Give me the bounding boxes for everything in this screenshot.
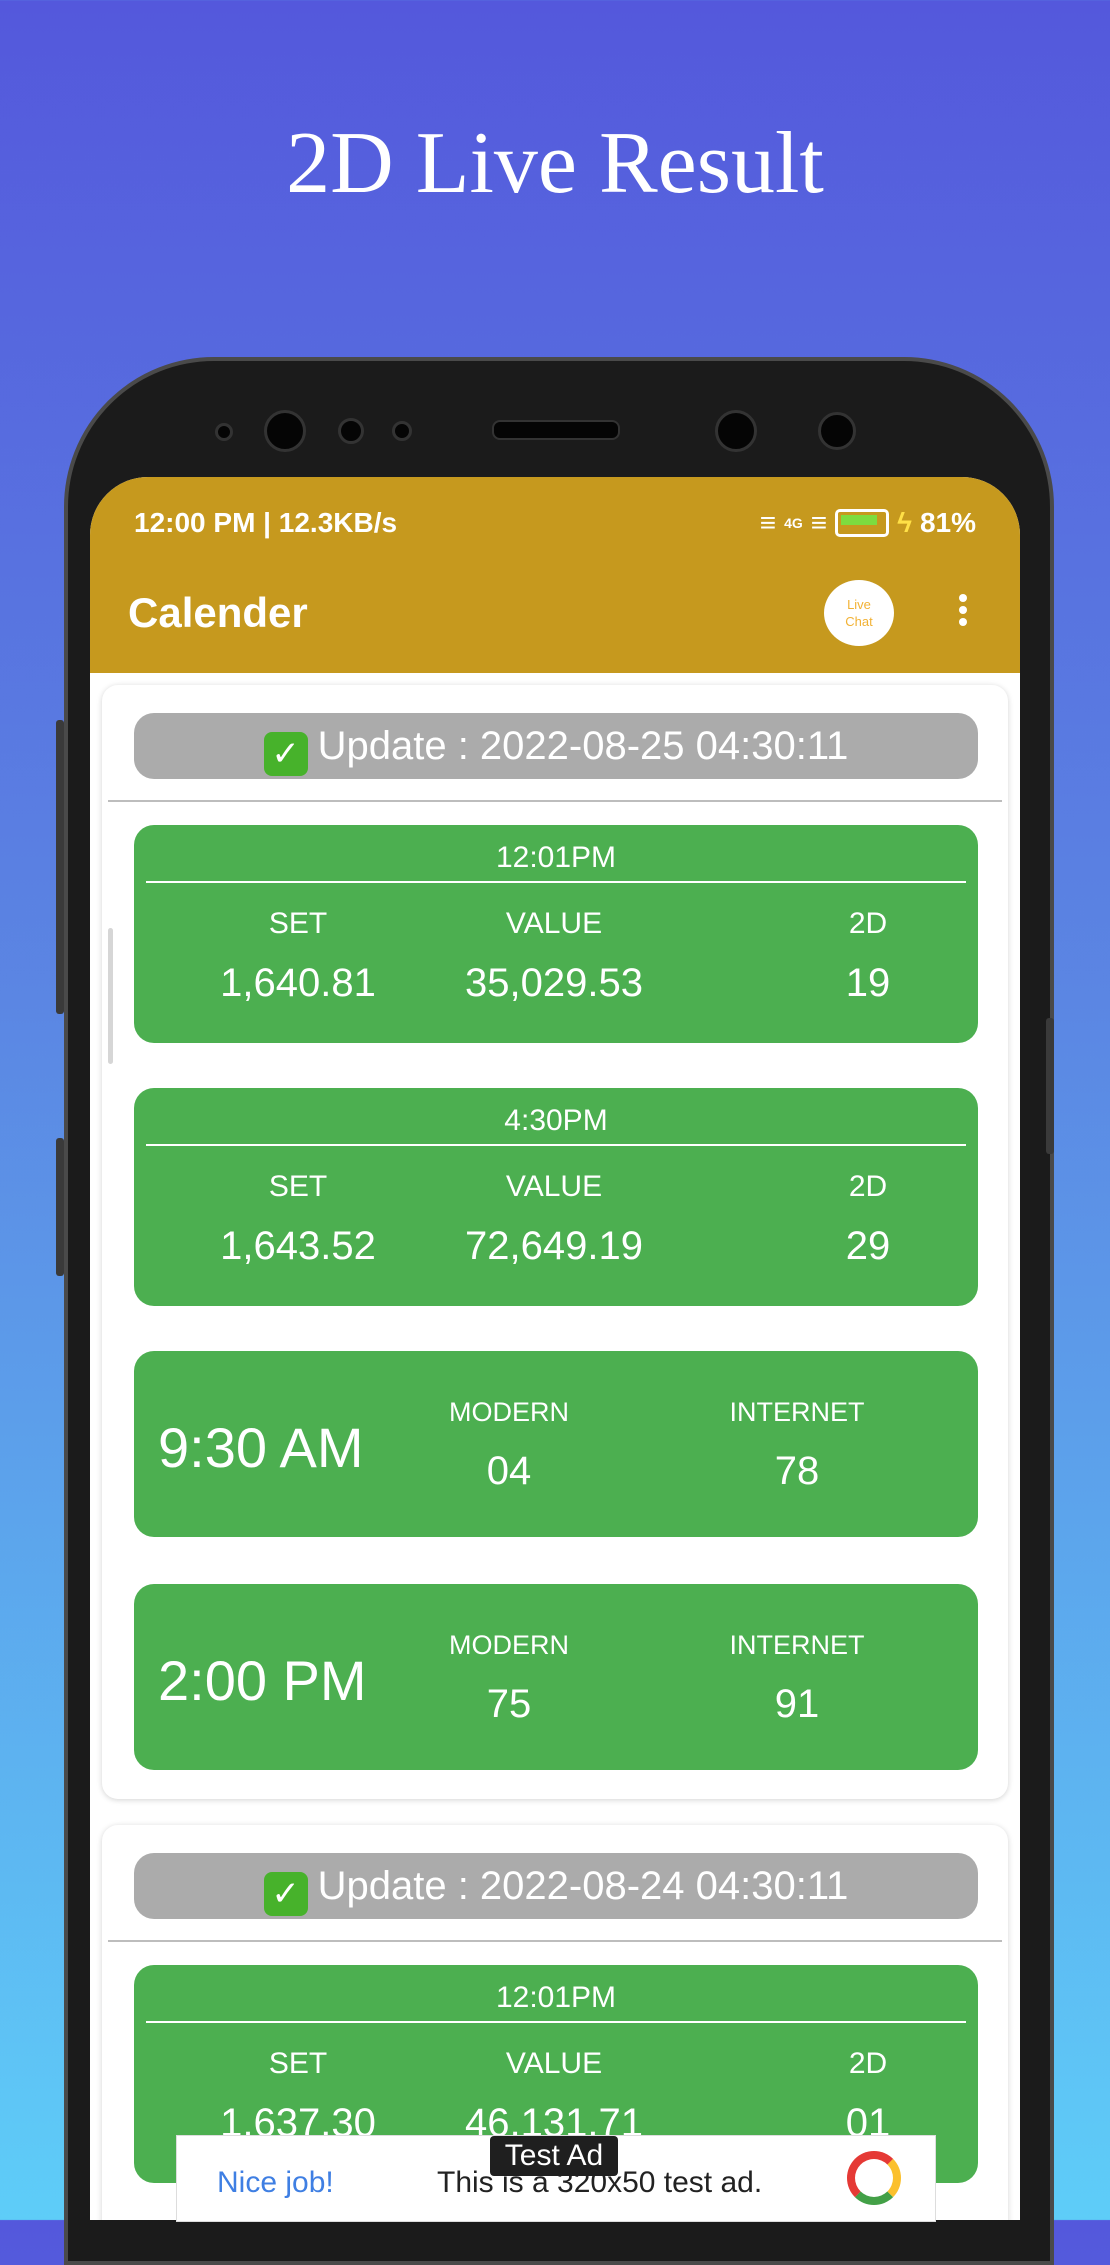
result-line bbox=[146, 881, 966, 883]
update-badge: ✓ Update : 2022-08-25 04:30:11 bbox=[134, 713, 978, 779]
update-label: Update : 2022-08-25 04:30:11 bbox=[317, 724, 849, 768]
power-button-left bbox=[56, 1138, 64, 1276]
test-ad-tag: Test Ad bbox=[490, 2136, 618, 2176]
secondary-camera bbox=[715, 410, 757, 452]
live-chat-label-line-1: Live bbox=[847, 597, 871, 612]
result-line bbox=[146, 1144, 966, 1146]
result-card: 12:01PM SET VALUE 2D 1,640.81 35,029.53 … bbox=[134, 825, 978, 1043]
page-title: Calender bbox=[128, 589, 308, 636]
phone-screen: 12:00 PM | 12.3KB/s ≡ 4G ≡ ϟ 81% Calende… bbox=[90, 477, 1020, 2220]
charging-icon: ϟ bbox=[897, 507, 912, 538]
volume-button bbox=[56, 720, 64, 1014]
2d-value: 29 bbox=[845, 1224, 891, 1268]
modern-internet-card: 2:00 PM MODERN INTERNET 75 91 bbox=[134, 1584, 978, 1770]
network-label: 4G bbox=[784, 515, 803, 531]
status-time-speed: 12:00 PM | 12.3KB/s bbox=[134, 507, 398, 538]
front-camera bbox=[264, 410, 306, 452]
modern-internet-card: 9:30 AM MODERN INTERNET 04 78 bbox=[134, 1351, 978, 1537]
update-divider bbox=[108, 1940, 1002, 1942]
modern-label: MODERN bbox=[449, 1397, 569, 1427]
live-chat-label-line-2: Chat bbox=[845, 614, 873, 629]
value-value: 72,649.19 bbox=[465, 1224, 643, 1268]
result-time: 12:01PM bbox=[495, 1981, 617, 2014]
day-card: ✓ Update : 2022-08-25 04:30:11 12:01PM SE… bbox=[102, 685, 1008, 1799]
2d-label: 2D bbox=[848, 907, 888, 940]
front-sensor bbox=[215, 423, 233, 441]
proximity-sensor bbox=[338, 418, 364, 444]
more-vertical-icon[interactable] bbox=[956, 591, 970, 633]
status-bar: 12:00 PM | 12.3KB/s ≡ 4G ≡ ϟ 81% bbox=[134, 503, 976, 547]
earpiece-speaker bbox=[492, 420, 620, 440]
battery-percent: 81% bbox=[919, 507, 976, 538]
check-icon: ✓ bbox=[263, 732, 308, 776]
promo-title: 2D Live Result bbox=[286, 115, 824, 212]
modern-value: 04 bbox=[486, 1449, 532, 1493]
set-label: SET bbox=[268, 2047, 328, 2080]
internet-value: 91 bbox=[774, 1682, 820, 1726]
light-sensor bbox=[392, 421, 412, 441]
internet-label: INTERNET bbox=[729, 1397, 865, 1427]
wifi-signal-icon: ≡ bbox=[810, 507, 828, 538]
session-time: 2:00 PM bbox=[158, 1649, 367, 1712]
side-button-right bbox=[1046, 1018, 1054, 1154]
ad-left-text: Nice job! bbox=[217, 2166, 334, 2199]
update-badge: ✓ Update : 2022-08-24 04:30:11 bbox=[134, 1853, 978, 1919]
set-label: SET bbox=[268, 907, 328, 940]
modern-value: 75 bbox=[486, 1682, 532, 1726]
calendar-list[interactable]: ✓ Update : 2022-08-25 04:30:11 12:01PM SE… bbox=[90, 673, 1020, 2220]
result-card: 4:30PM SET VALUE 2D 1,643.52 72,649.19 2… bbox=[134, 1088, 978, 1306]
status-icons: ≡ 4G ≡ ϟ 81% bbox=[760, 507, 976, 539]
value-label: VALUE bbox=[505, 907, 603, 940]
signal-icon: ≡ bbox=[759, 507, 777, 538]
flash-sensor bbox=[818, 412, 856, 450]
set-value: 1,640.81 bbox=[220, 961, 376, 1005]
battery-icon bbox=[835, 509, 890, 537]
check-icon: ✓ bbox=[263, 1872, 308, 1916]
result-time: 4:30PM bbox=[504, 1104, 608, 1137]
set-label: SET bbox=[268, 1170, 328, 1203]
internet-label: INTERNET bbox=[729, 1630, 865, 1660]
result-time: 12:01PM bbox=[495, 841, 617, 874]
result-line bbox=[146, 2021, 966, 2023]
2d-label: 2D bbox=[848, 1170, 888, 1203]
value-value: 35,029.53 bbox=[465, 961, 643, 1005]
session-time: 9:30 AM bbox=[158, 1416, 364, 1479]
value-label: VALUE bbox=[505, 1170, 603, 1203]
ad-logo-icon bbox=[847, 2151, 901, 2205]
scrollbar-thumb[interactable] bbox=[108, 928, 113, 1064]
2d-label: 2D bbox=[848, 2047, 888, 2080]
internet-value: 78 bbox=[774, 1449, 820, 1493]
update-label: Update : 2022-08-24 04:30:11 bbox=[317, 1864, 849, 1908]
modern-label: MODERN bbox=[449, 1630, 569, 1660]
value-label: VALUE bbox=[505, 2047, 603, 2080]
update-divider bbox=[108, 800, 1002, 802]
app-bar: 12:00 PM | 12.3KB/s ≡ 4G ≡ ϟ 81% Calende… bbox=[90, 477, 1020, 673]
live-chat-button[interactable]: Live Chat bbox=[824, 580, 894, 646]
set-value: 1,643.52 bbox=[220, 1224, 376, 1268]
2d-value: 19 bbox=[845, 961, 891, 1005]
